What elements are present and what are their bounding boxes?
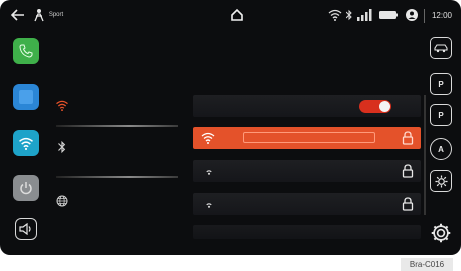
globe-icon: [56, 195, 68, 207]
lock-icon: [402, 131, 414, 145]
figure-reference-label: Bra-C016: [401, 258, 453, 271]
network-row-selected[interactable]: [193, 127, 421, 149]
wifi-icon: [206, 170, 212, 175]
park-assist-button[interactable]: P: [430, 104, 452, 126]
menu-divider: [56, 176, 178, 178]
wifi-icon: [201, 132, 215, 144]
auto-start-stop-button[interactable]: A: [430, 138, 452, 160]
phone-icon: [19, 44, 33, 58]
network-row[interactable]: [193, 193, 421, 215]
infotainment-screen: Sport 12:00 P P A: [0, 0, 461, 255]
signal-bars-icon: [355, 0, 375, 30]
gear-icon: [434, 174, 448, 188]
menu-item-wifi[interactable]: [52, 97, 72, 113]
park-assist-icon: P: [438, 110, 444, 120]
gear-button[interactable]: [430, 170, 452, 192]
wifi-toggle[interactable]: [359, 100, 391, 113]
status-divider: [424, 9, 425, 23]
parking-sensor-icon: P: [438, 79, 444, 89]
driving-profile-label: Sport: [48, 12, 64, 18]
car-icon: [434, 44, 448, 53]
wifi-icon: [326, 0, 344, 30]
car-button[interactable]: [430, 37, 452, 59]
volume-button[interactable]: [15, 218, 37, 240]
bluetooth-icon: [345, 0, 353, 30]
network-row[interactable]: [193, 160, 421, 182]
settings-button[interactable]: [430, 222, 452, 244]
wifi-toggle-row[interactable]: [193, 95, 421, 117]
back-arrow-icon[interactable]: [10, 0, 26, 30]
speaker-icon: [19, 223, 31, 235]
phone-button[interactable]: [13, 38, 39, 64]
power-button[interactable]: [13, 175, 39, 201]
menu-item-bluetooth[interactable]: [52, 139, 72, 155]
lock-icon: [402, 164, 414, 178]
clock: 12:00: [431, 10, 453, 20]
parking-sensor-button[interactable]: P: [430, 73, 452, 95]
power-icon: [20, 182, 32, 195]
wifi-icon: [56, 100, 68, 111]
lock-icon: [402, 197, 414, 211]
network-name-field: [243, 132, 375, 143]
app-tile-icon: [19, 90, 33, 104]
bluetooth-icon: [58, 140, 66, 154]
status-bar: Sport 12:00: [0, 0, 461, 30]
user-icon[interactable]: [405, 0, 419, 30]
home-icon[interactable]: [228, 0, 246, 30]
network-row-partial[interactable]: [193, 225, 421, 239]
menu-item-internet[interactable]: [52, 193, 72, 209]
battery-icon: [377, 0, 401, 30]
toggle-knob: [379, 101, 390, 112]
wifi-icon: [206, 203, 212, 208]
auto-start-stop-icon: A: [438, 144, 444, 154]
settings-cog-icon: [431, 223, 451, 243]
wifi-icon: [19, 137, 33, 150]
app-tile-button[interactable]: [13, 84, 39, 110]
driving-profile-icon[interactable]: [32, 0, 46, 30]
scrollbar[interactable]: [424, 95, 426, 215]
menu-divider: [56, 125, 178, 127]
wifi-rail-button[interactable]: [13, 130, 39, 156]
